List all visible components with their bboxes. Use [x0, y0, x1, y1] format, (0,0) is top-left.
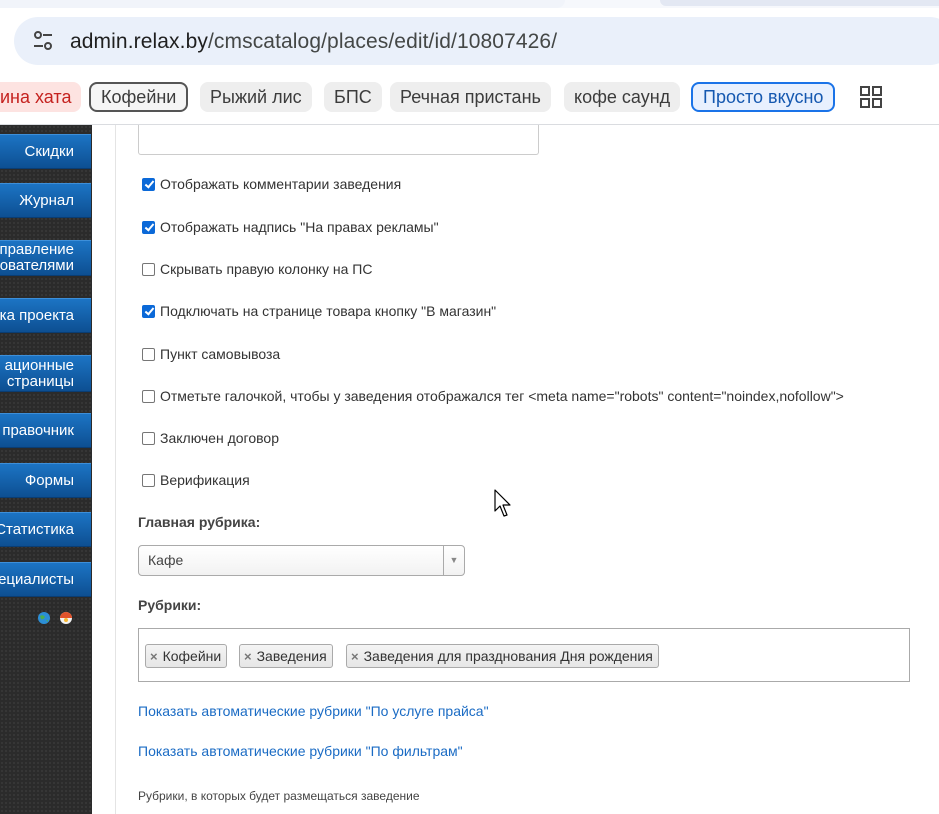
- checkbox[interactable]: [142, 473, 155, 487]
- flag-icon[interactable]: [59, 611, 73, 625]
- bookmarks-bar: ина хата Кофейни Рыжий лис БПС Речная пр…: [0, 74, 939, 125]
- option-show-comments[interactable]: Отображать комментарии заведения: [142, 176, 401, 192]
- show-price-rubrics-link[interactable]: Показать автоматические рубрики "По услу…: [138, 703, 489, 719]
- checkbox[interactable]: [142, 177, 155, 191]
- sidebar-item-label: ка проекта: [0, 306, 74, 324]
- sidebar-item-journal[interactable]: Журнал: [0, 183, 91, 218]
- sidebar-item-label: правочник: [2, 421, 74, 439]
- sidebar-item-label: Скидки: [24, 142, 74, 160]
- checkbox[interactable]: [142, 220, 155, 234]
- main-rubric-value: Кафе: [148, 552, 184, 568]
- bookmark-item[interactable]: БПС: [324, 82, 382, 112]
- bookmark-item[interactable]: Просто вкусно: [691, 82, 836, 112]
- sidebar-item-label: правление: [0, 241, 74, 258]
- rubrics-hint: Рубрики, в которых будет размещаться зав…: [138, 789, 420, 803]
- sidebar-item-label: Статистика: [0, 520, 74, 538]
- option-noindex[interactable]: Отметьте галочкой, чтобы у заведения ото…: [142, 388, 844, 404]
- sidebar-item-info-pages[interactable]: ационные страницы: [0, 355, 91, 392]
- option-label: Верификация: [160, 472, 250, 488]
- sidebar-item-label: ационные: [4, 356, 74, 374]
- bookmark-item[interactable]: ина хата: [0, 82, 82, 112]
- checkbox[interactable]: [142, 347, 155, 361]
- sidebar-item-label: Журнал: [19, 191, 74, 209]
- apps-grid-icon[interactable]: [860, 86, 882, 108]
- sidebar-item-specialists[interactable]: ециалисты: [0, 562, 91, 597]
- option-label: Заключен договор: [160, 430, 279, 446]
- show-filter-rubrics-link[interactable]: Показать автоматические рубрики "По филь…: [138, 743, 463, 759]
- globe-icon[interactable]: [37, 611, 51, 625]
- sidebar-item-reference[interactable]: правочник: [0, 413, 91, 448]
- checkbox[interactable]: [142, 431, 155, 445]
- tab-strip: [0, 0, 939, 8]
- option-pickup-point[interactable]: Пункт самовывоза: [142, 346, 280, 362]
- option-label: Отметьте галочкой, чтобы у заведения ото…: [160, 388, 844, 404]
- option-label: Скрывать правую колонку на ПС: [160, 261, 373, 277]
- admin-sidebar: Скидки Журнал правление ователями ка про…: [0, 125, 92, 814]
- sidebar-item-label: ователями: [0, 257, 74, 274]
- tune-icon[interactable]: [32, 30, 54, 52]
- option-label: Пункт самовывоза: [160, 346, 281, 362]
- checkbox[interactable]: [142, 304, 155, 318]
- close-icon[interactable]: ×: [150, 649, 158, 664]
- rubrics-label: Рубрики:: [138, 597, 202, 613]
- url-host: admin.relax.by: [70, 30, 208, 53]
- rubrics-multiselect[interactable]: × Кофейни × Заведения × Заведения для празд…: [138, 628, 910, 682]
- sidebar-item-label: ециалисты: [0, 570, 74, 588]
- browser-toolbar: admin.relax.by/cmscatalog/places/edit/id…: [0, 8, 939, 74]
- option-ad-label[interactable]: Отображать надпись "На правах рекламы": [142, 219, 439, 235]
- option-contract[interactable]: Заключен договор: [142, 430, 279, 446]
- close-icon[interactable]: ×: [351, 649, 359, 664]
- sidebar-item-forms[interactable]: Формы: [0, 463, 91, 498]
- rubric-chip: × Заведения для празднования Дня рождения: [346, 644, 659, 668]
- address-bar[interactable]: admin.relax.by/cmscatalog/places/edit/id…: [14, 17, 939, 65]
- content-border: [115, 125, 116, 814]
- rubric-chip-label: Заведения: [256, 648, 327, 664]
- bookmark-item[interactable]: Речная пристань: [390, 82, 551, 112]
- chevron-down-icon[interactable]: ▼: [443, 546, 464, 575]
- url-path: /cmscatalog/places/edit/id/10807426/: [207, 30, 558, 53]
- option-label: Подключать на странице товара кнопку "В …: [160, 303, 497, 319]
- option-label: Отображать надпись "На правах рекламы": [160, 219, 439, 235]
- rubric-chip-label: Кофейни: [162, 648, 222, 664]
- option-hide-right-column[interactable]: Скрывать правую колонку на ПС: [142, 261, 372, 277]
- sidebar-item-project[interactable]: ка проекта: [0, 298, 91, 333]
- main-rubric-label: Главная рубрика:: [138, 514, 261, 530]
- close-icon[interactable]: ×: [244, 649, 252, 664]
- main-rubric-select[interactable]: Кафе ▼: [138, 545, 465, 576]
- bookmark-item[interactable]: кофе саунд: [564, 82, 681, 112]
- checkbox[interactable]: [142, 389, 155, 403]
- sidebar-item-user-management[interactable]: правление ователями: [0, 240, 91, 276]
- sidebar-item-label: Формы: [24, 471, 74, 489]
- active-tab-edge[interactable]: [0, 0, 565, 8]
- option-shop-button[interactable]: Подключать на странице товара кнопку "В …: [142, 303, 496, 319]
- bookmark-item[interactable]: Кофейни: [89, 82, 189, 112]
- checkbox[interactable]: [142, 262, 155, 276]
- sidebar-item-statistics[interactable]: Статистика: [0, 512, 91, 547]
- sidebar-item-label: страницы: [6, 372, 74, 390]
- text-field[interactable]: [138, 125, 539, 155]
- rubric-chip: × Заведения: [239, 644, 333, 668]
- url-text[interactable]: admin.relax.by/cmscatalog/places/edit/id…: [70, 30, 557, 54]
- inactive-tab-edge[interactable]: [660, 0, 939, 6]
- sidebar-item-discounts[interactable]: Скидки: [0, 134, 91, 169]
- rubric-chip-label: Заведения для празднования Дня рождения: [363, 648, 653, 664]
- mouse-pointer-icon: [494, 489, 511, 517]
- rubric-chip: × Кофейни: [145, 644, 228, 668]
- bookmark-item[interactable]: Рыжий лис: [200, 82, 312, 112]
- option-label: Отображать комментарии заведения: [160, 176, 402, 192]
- option-verification[interactable]: Верификация: [142, 472, 250, 488]
